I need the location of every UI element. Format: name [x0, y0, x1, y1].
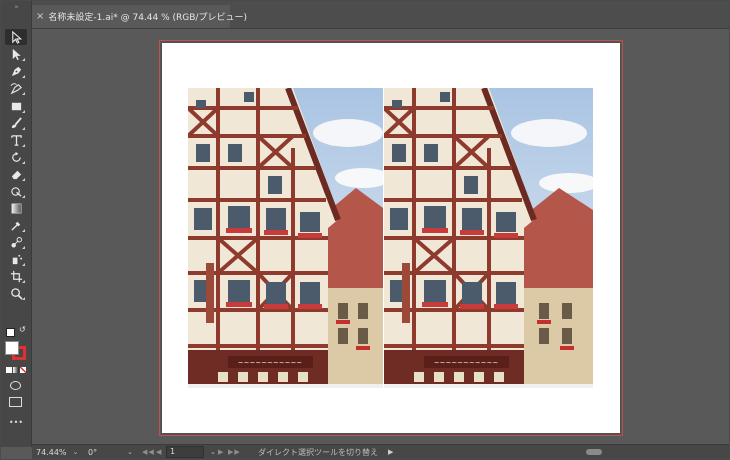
rectangle-tool-icon[interactable]: [5, 98, 27, 114]
zoom-level-field[interactable]: 74.44% ⌄: [36, 446, 78, 458]
chevron-down-icon[interactable]: ⌄: [73, 448, 79, 456]
swap-colors-icon[interactable]: ↺: [19, 326, 27, 334]
first-artboard-icon[interactable]: ◀◀: [142, 446, 155, 458]
document-tab[interactable]: × 名称未設定-1.ai* @ 74.44 % (RGB/プレビュー): [32, 5, 247, 28]
direct-selection-tool-icon[interactable]: [5, 46, 27, 62]
default-colors-icon[interactable]: [6, 328, 15, 337]
horizontal-scrollbar-thumb[interactable]: [586, 449, 602, 455]
blend-tool-icon[interactable]: [5, 234, 27, 250]
prev-artboard-icon[interactable]: ◀: [156, 446, 162, 458]
shape-builder-tool-icon[interactable]: [5, 183, 27, 199]
type-tool-icon[interactable]: [5, 132, 27, 148]
document-title: 名称未設定-1.ai* @ 74.44 % (RGB/プレビュー): [48, 13, 247, 23]
gradient-tool-icon[interactable]: [5, 200, 27, 216]
placed-image-left[interactable]: ~~~~~~~~~~~: [188, 88, 383, 388]
eyedropper-tool-icon[interactable]: [5, 217, 27, 233]
fill-color-swatch[interactable]: [5, 341, 19, 355]
status-menu-icon[interactable]: ▶: [388, 446, 394, 458]
rotate-tool-icon[interactable]: [5, 149, 27, 165]
canvas-area[interactable]: ~~~~~~~~~~~ ~~~~~~~~~~~: [32, 29, 729, 445]
svg-text:~~~~~~~~~~~: ~~~~~~~~~~~: [434, 359, 499, 367]
status-bar: 74.44% ⌄ 0° ⌄ ◀◀ ◀ 1 ⌄ ▶ ▶▶ ダイレクト選択ツールを切…: [32, 444, 729, 459]
screen-mode-icon[interactable]: [9, 397, 22, 407]
edit-toolbar-icon[interactable]: •••: [4, 418, 28, 427]
last-artboard-icon[interactable]: ▶▶: [228, 446, 241, 458]
curvature-tool-icon[interactable]: [5, 80, 27, 96]
artboard-tool-icon[interactable]: [5, 268, 27, 284]
zoom-level: 74.44%: [36, 447, 67, 457]
color-mode-icon[interactable]: [6, 367, 12, 373]
panel-collapse-icon[interactable]: »: [5, 4, 27, 11]
draw-mode-icon[interactable]: [10, 381, 21, 390]
pen-tool-icon[interactable]: [5, 63, 27, 79]
rotation-value: 0°: [88, 447, 98, 457]
artboard[interactable]: ~~~~~~~~~~~ ~~~~~~~~~~~: [159, 40, 623, 436]
status-message: ダイレクト選択ツールを切り替え: [258, 447, 378, 457]
none-mode-icon[interactable]: [20, 367, 26, 373]
document-tab-bar: × 名称未設定-1.ai* @ 74.44 % (RGB/プレビュー): [32, 1, 729, 29]
rotation-field[interactable]: 0° ⌄: [88, 446, 133, 458]
eraser-tool-icon[interactable]: [5, 166, 27, 182]
artboard-number[interactable]: 1: [166, 446, 204, 458]
paintbrush-tool-icon[interactable]: [5, 115, 27, 131]
selection-tool-icon[interactable]: [5, 29, 27, 45]
svg-text:~~~~~~~~~~~: ~~~~~~~~~~~: [238, 359, 303, 367]
placed-image-right[interactable]: ~~~~~~~~~~~: [384, 88, 593, 388]
symbol-sprayer-tool-icon[interactable]: [5, 251, 27, 267]
zoom-tool-icon[interactable]: [5, 285, 27, 301]
illustrator-window: » ↺ ••• × 名称未設定-1.ai* @ 74.44 % (RGB/プレビ…: [0, 0, 730, 460]
gradient-mode-icon[interactable]: [13, 367, 19, 373]
chevron-down-icon[interactable]: ⌄: [127, 448, 133, 456]
artboard-number-field[interactable]: 1 ⌄: [166, 446, 216, 458]
next-artboard-icon[interactable]: ▶: [218, 446, 224, 458]
tools-panel: » ↺ •••: [1, 1, 32, 447]
close-tab-icon[interactable]: ×: [36, 11, 44, 22]
chevron-down-icon[interactable]: ⌄: [210, 448, 216, 456]
